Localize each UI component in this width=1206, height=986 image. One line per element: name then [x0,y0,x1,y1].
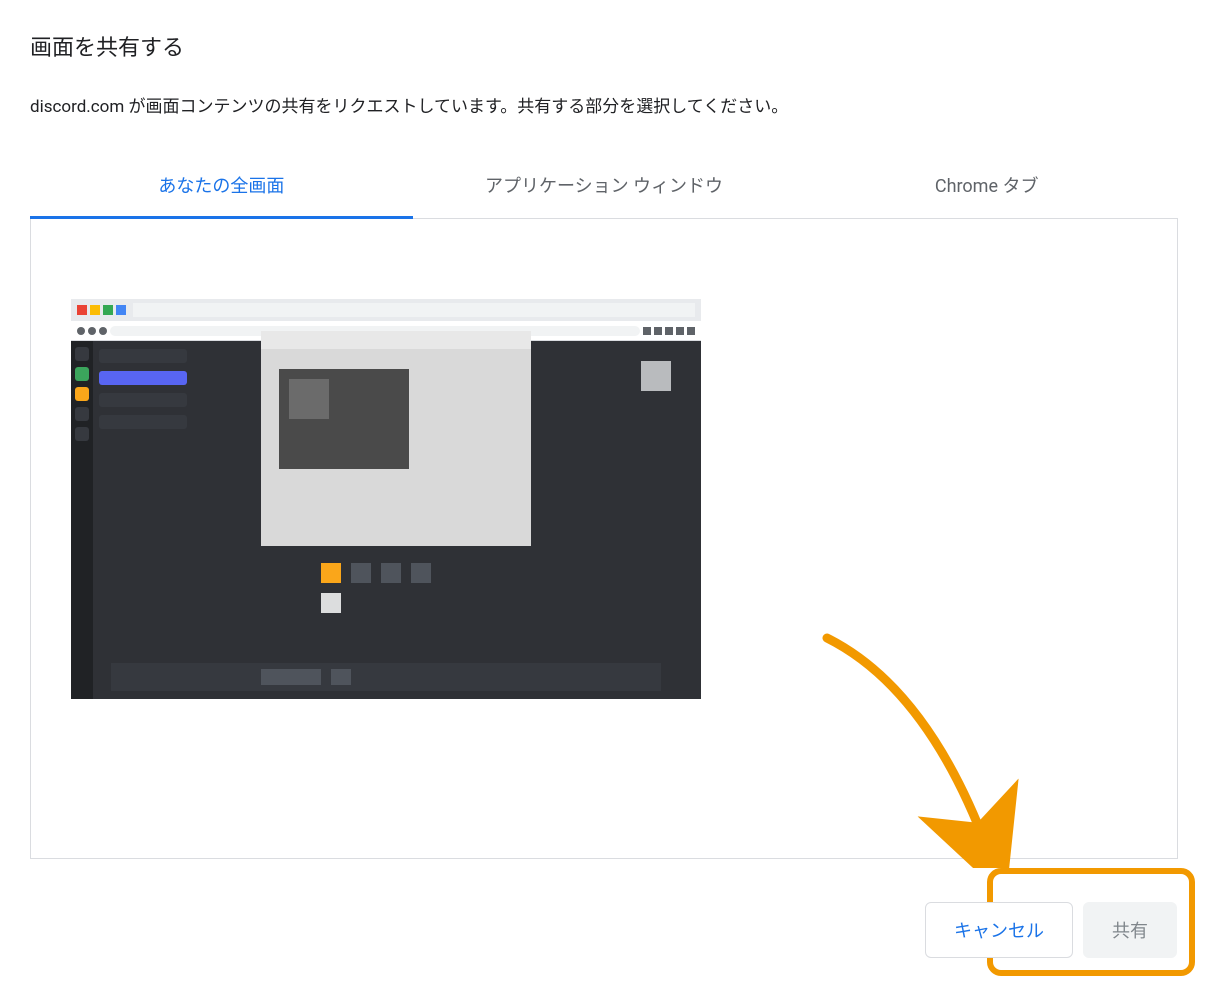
tab-entire-screen[interactable]: あなたの全画面 [30,156,413,219]
dialog-subtitle: discord.com が画面コンテンツの共有をリクエストしています。共有する部… [30,92,1178,117]
dialog-button-row: キャンセル 共有 [925,902,1177,958]
screen-thumbnail[interactable] [71,299,701,699]
tab-chrome-tab[interactable]: Chrome タブ [795,156,1178,219]
annotation-arrow-icon [807,628,1027,868]
tab-app-window[interactable]: アプリケーション ウィンドウ [413,156,796,219]
cancel-button[interactable]: キャンセル [925,902,1073,958]
share-button[interactable]: 共有 [1083,902,1177,958]
preview-pane: キャンセル 共有 [30,219,1178,859]
dialog-title: 画面を共有する [30,30,1178,62]
thumb-browser-tabstrip [71,299,701,321]
thumb-app-body [71,341,701,699]
screen-share-dialog: 画面を共有する discord.com が画面コンテンツの共有をリクエストしてい… [30,30,1178,859]
source-tabs: あなたの全画面 アプリケーション ウィンドウ Chrome タブ [30,155,1178,219]
